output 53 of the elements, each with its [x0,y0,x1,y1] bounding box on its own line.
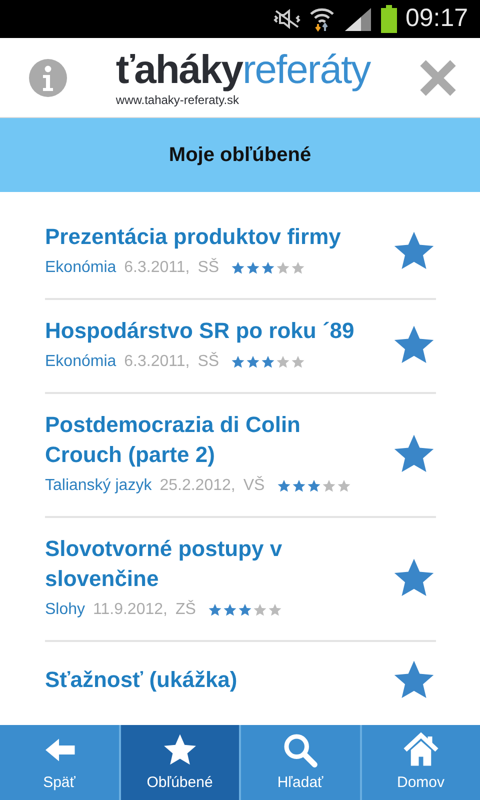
star-icon [231,355,246,369]
star-icon [252,603,267,617]
info-button[interactable] [28,58,68,98]
star-icon [322,479,336,493]
level-text: VŠ [243,475,265,496]
page-title: Moje obľúbené [168,143,312,168]
star-icon [222,603,237,617]
star-icon [291,261,306,275]
star-icon [246,355,260,369]
close-button[interactable] [418,58,458,98]
subject-link[interactable]: Ekonómia [45,256,116,280]
star-icon [306,479,321,493]
star-icon [291,355,306,369]
logo-text: referáty [242,48,370,92]
subject-link[interactable]: Slohy [45,598,86,622]
star-icon [261,355,276,369]
star-icon [292,479,306,493]
item-title[interactable]: Prezentácia produktov firmy [45,222,372,252]
level-text: ZŠ [175,599,196,620]
level-text: SŠ [198,257,220,278]
site-url: www.tahaky-referaty.sk [116,94,240,106]
close-icon [418,58,458,98]
item-title[interactable]: Slovotvorné postupy v slovenčine [45,534,372,594]
date-text: 25.2.2012, [160,476,236,496]
info-icon [28,58,68,98]
star-icon [276,261,290,275]
signal-icon [343,6,374,32]
search-icon [282,732,318,768]
star-icon [336,479,351,493]
star-icon [261,261,276,275]
nav-tab[interactable]: Obľúbené [118,725,239,800]
item-title[interactable]: Hospodárstvo SR po roku ´89 [45,316,372,346]
star-icon [231,261,246,275]
mute-icon [273,7,302,31]
home-icon [402,732,439,768]
subject-link[interactable]: Ekonómia [45,350,116,374]
star-icon [276,355,290,369]
battery-icon [381,5,398,33]
item-title[interactable]: Sťažnosť (ukážka) [45,665,372,695]
star-icon [238,603,252,617]
star-icon [268,603,282,617]
item-title[interactable]: Postdemocrazia di Colin Crouch (parte 2) [45,410,372,470]
star-icon [276,479,291,493]
date-text: 6.3.2011, [124,352,190,372]
star-icon [208,603,222,617]
level-text: SŠ [198,351,220,372]
wifi-icon [309,6,336,32]
date-text: 6.3.2011, [124,258,190,278]
clock-time: 09:17 [405,3,468,34]
subject-link[interactable]: Talianský jazyk [45,474,152,498]
star-icon [246,261,260,275]
date-text: 11.9.2012, [93,600,168,620]
logo-text: ťaháky [116,48,242,92]
